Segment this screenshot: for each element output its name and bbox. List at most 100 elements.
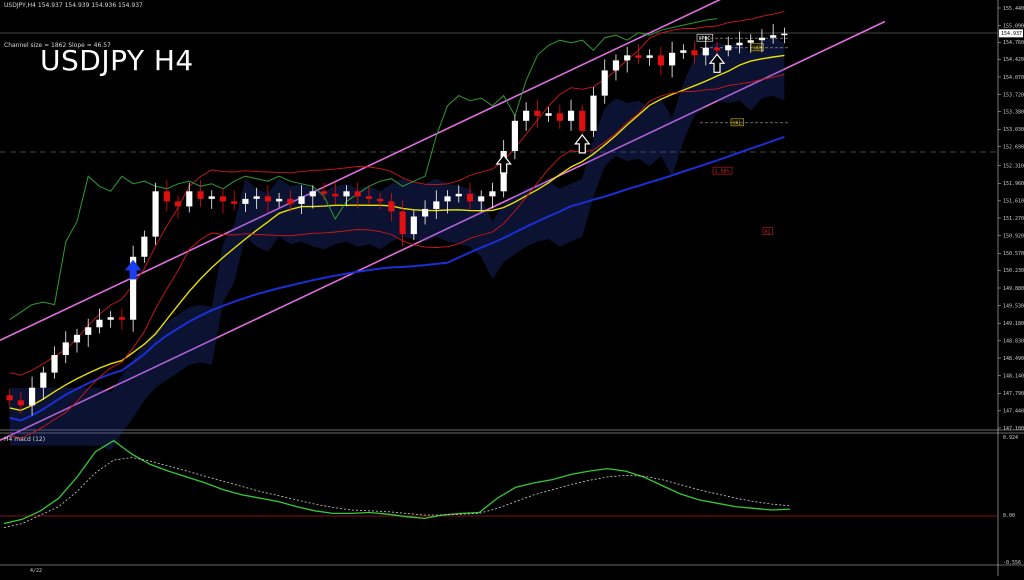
candle-body: [174, 201, 182, 207]
candle-body: [713, 47, 721, 51]
candle: [219, 187, 227, 214]
candle-body: [758, 37, 766, 41]
candle-body: [770, 35, 777, 38]
up-arrow-signal-icon: [574, 133, 591, 154]
candle-body: [601, 70, 608, 96]
level-tag-label: VAL: [733, 121, 742, 127]
candle-body: [624, 55, 631, 61]
candle-body: [163, 191, 170, 202]
candle-body: [567, 110, 575, 121]
candle: [556, 104, 563, 129]
price-tick-label: 150.230: [1003, 268, 1024, 274]
candle: [601, 59, 608, 104]
candle: [523, 102, 530, 131]
macd-tick-label: 0.924: [1003, 435, 1018, 441]
price-tick-label: 150.920: [1003, 233, 1024, 239]
candle-body: [590, 95, 597, 131]
candle-body: [421, 208, 429, 217]
candle-body: [747, 40, 754, 43]
candle: [781, 27, 788, 44]
level-tag-label: 1.56%: [715, 169, 730, 175]
candle-body: [579, 110, 586, 131]
price-tick-label: 149.180: [1003, 321, 1024, 327]
candle-body: [702, 47, 709, 56]
candle: [141, 230, 148, 263]
candle: [567, 99, 575, 131]
candle-body: [657, 55, 664, 66]
candle-body: [276, 198, 283, 202]
candle-body: [17, 400, 24, 406]
price-tick-label: 154.070: [1003, 75, 1024, 81]
price-tick-label: 152.690: [1003, 144, 1024, 150]
macd-tick-label: 0.00: [1003, 513, 1015, 519]
candle-body: [354, 191, 361, 197]
level-tag-label: R1: [765, 229, 771, 235]
candle-body: [377, 198, 384, 202]
macd-signal-line: [3, 457, 791, 529]
candle-body: [556, 113, 563, 121]
date-tick-label: 4/22: [30, 568, 42, 574]
price-tick-label: 152.310: [1003, 163, 1024, 169]
candle-body: [62, 342, 69, 355]
price-tick-label: 148.490: [1003, 356, 1024, 362]
candle-body: [365, 196, 373, 199]
candle-body: [523, 110, 530, 121]
candle-body: [511, 120, 518, 152]
candle-body: [85, 327, 92, 335]
price-tick-label: 149.880: [1003, 286, 1024, 292]
candle-body: [433, 201, 440, 209]
candle: [646, 49, 653, 66]
ichimoku-cloud: [9, 37, 785, 451]
candle-body: [208, 196, 215, 199]
candle-body: [242, 198, 249, 204]
candle-body: [253, 196, 260, 199]
price-tick-label: 155.440: [1003, 6, 1024, 12]
macd-pane-label: H4 macd (12): [4, 436, 46, 443]
price-tick-label: 148.830: [1003, 339, 1024, 345]
up-arrow-signal-icon: [495, 154, 512, 174]
candle: [107, 311, 114, 328]
candle-body: [545, 113, 552, 116]
candle-body: [73, 334, 81, 343]
candle-body: [612, 60, 620, 71]
candle-body: [264, 196, 271, 202]
candle: [208, 190, 215, 209]
candle-body: [466, 193, 474, 202]
candle: [130, 245, 137, 332]
candle-body: [51, 354, 58, 373]
candle-body: [152, 191, 159, 237]
price-tick-label: 147.790: [1003, 391, 1024, 397]
candle-body: [669, 52, 676, 66]
candle-body: [444, 196, 451, 202]
candle-body: [231, 201, 238, 204]
candle: [118, 308, 125, 330]
macd-main-line: [3, 439, 791, 525]
price-tick-label: 155.090: [1003, 23, 1024, 29]
price-tick-label: 148.140: [1003, 373, 1024, 379]
level-tag-label: VAH: [753, 46, 762, 52]
candle-body: [736, 42, 743, 46]
candle: [590, 87, 597, 137]
candle-body: [455, 193, 462, 197]
price-tick-label: 154.760: [1003, 40, 1024, 46]
level-tag-label: VPOC: [699, 36, 711, 42]
candle-body: [40, 372, 47, 388]
candle: [186, 182, 193, 213]
price-tick-label: 153.380: [1003, 110, 1024, 116]
price-tick-label: 149.530: [1003, 303, 1024, 309]
candle-body: [219, 196, 227, 202]
candle-body: [309, 191, 316, 197]
candle-body: [478, 196, 485, 202]
price-tick-label: 151.960: [1003, 181, 1024, 187]
candle-body: [141, 236, 148, 257]
price-chart-svg[interactable]: VPOC VAH VAL 1.56% R1 155.440 155.090 154.760 1…: [0, 0, 1024, 576]
price-tick-label: 147.100: [1003, 426, 1024, 432]
price-tick-label: 147.440: [1003, 409, 1024, 415]
candle-body: [197, 191, 204, 199]
candle-body: [118, 317, 125, 320]
candle: [534, 99, 541, 128]
candle-body: [107, 317, 114, 320]
candle-body: [287, 198, 294, 204]
candle-body: [186, 191, 193, 207]
chart-area[interactable]: VPOC VAH VAL 1.56% R1 155.440 155.090 154.760 1…: [0, 0, 1024, 576]
